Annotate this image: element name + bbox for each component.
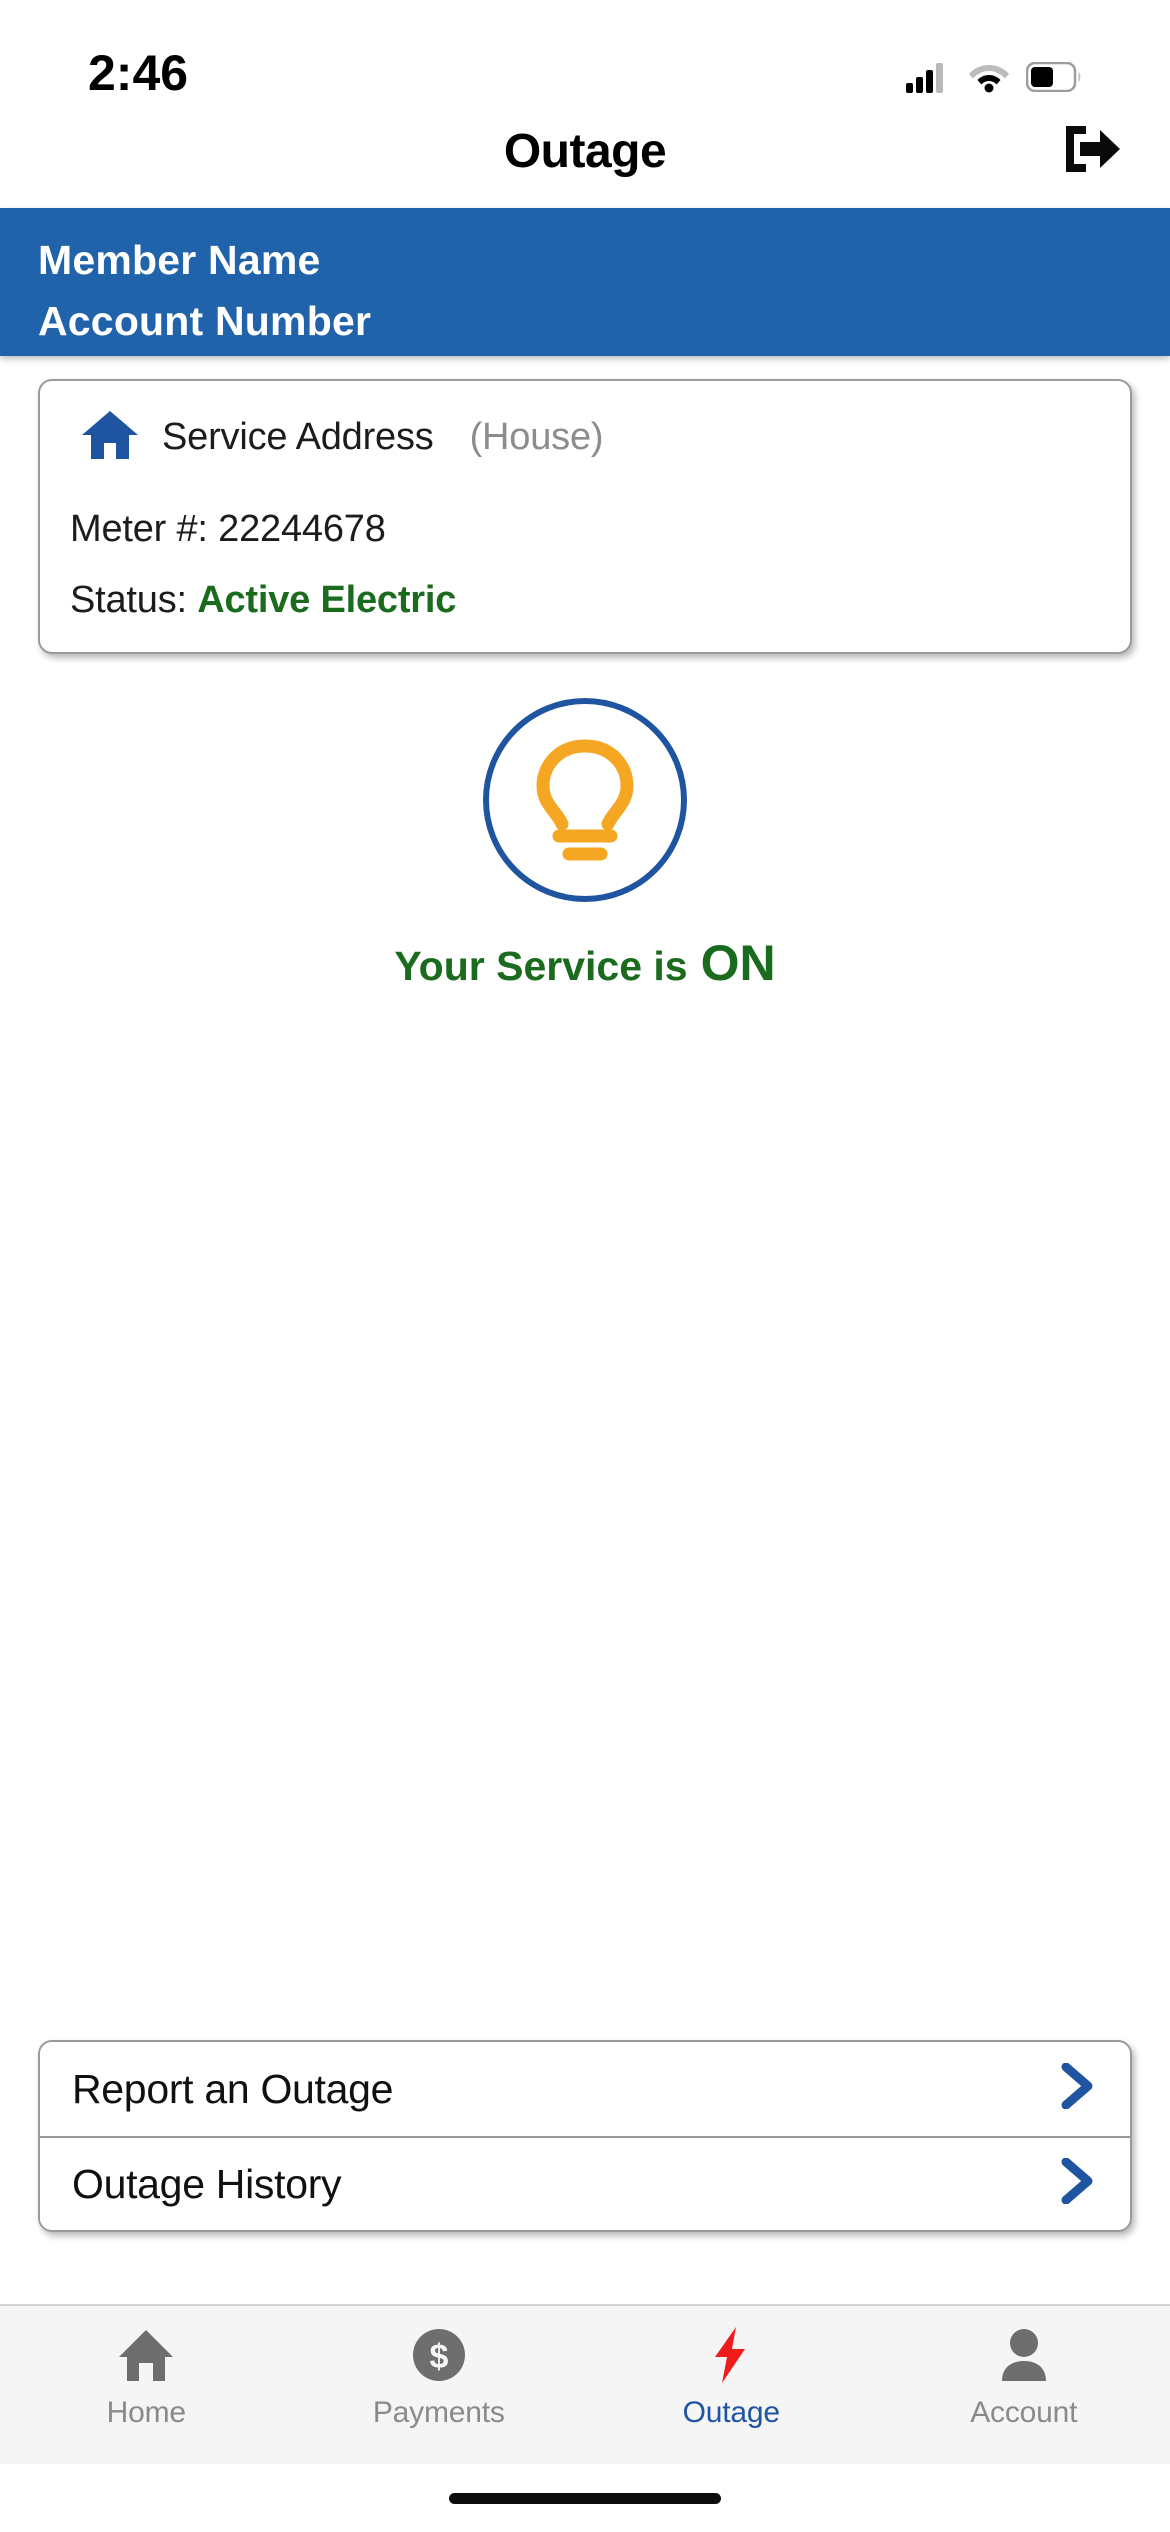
bottom-tab-bar: Home $ Payments Outage Account — [0, 2304, 1170, 2464]
service-address-type: (House) — [469, 416, 604, 458]
tab-payments-label: Payments — [372, 2396, 505, 2429]
outage-history-label: Outage History — [72, 2160, 342, 2207]
svg-text:$: $ — [429, 2338, 448, 2376]
tab-outage[interactable]: Outage — [585, 2326, 878, 2430]
home-icon — [80, 409, 140, 466]
tab-account[interactable]: Account — [878, 2326, 1170, 2430]
meter-label: Meter #: — [70, 508, 208, 550]
lightbulb-icon — [526, 734, 644, 867]
home-indicator-bar[interactable] — [449, 2492, 721, 2504]
account-number: Account Number — [38, 298, 372, 344]
report-outage-row[interactable]: Report an Outage — [40, 2042, 1130, 2136]
outage-history-row[interactable]: Outage History — [40, 2136, 1130, 2230]
tab-payments[interactable]: $ Payments — [293, 2326, 586, 2430]
wifi-icon — [968, 61, 1010, 98]
status-row: Status: Active Electric — [70, 579, 1100, 622]
status-bar-time: 2:46 — [88, 45, 189, 101]
service-status-prefix: Your Service is — [394, 943, 688, 989]
status-bar: 2:46 — [0, 0, 1170, 112]
status-label: Status: — [70, 579, 187, 621]
app-screen: 2:46 Outage Member Name Account Number S… — [0, 0, 1170, 2532]
cellular-signal-icon — [906, 61, 952, 98]
tab-home-label: Home — [106, 2396, 186, 2429]
logout-button[interactable] — [1054, 119, 1130, 183]
tab-home[interactable]: Home — [0, 2326, 293, 2430]
person-icon — [998, 2326, 1050, 2384]
status-badge: Active Electric — [197, 579, 457, 621]
service-address-label: Service Address — [162, 416, 434, 458]
meter-value: 22244678 — [218, 508, 386, 550]
chevron-right-icon — [1060, 2157, 1100, 2211]
tab-outage-label: Outage — [682, 2396, 780, 2429]
lightning-bolt-icon — [709, 2326, 753, 2384]
report-outage-label: Report an Outage — [72, 2065, 394, 2112]
navigation-bar: Outage — [0, 112, 1170, 190]
service-status-circle — [483, 698, 687, 902]
dollar-coin-icon: $ — [411, 2326, 467, 2384]
service-status-state: ON — [700, 935, 776, 991]
outage-actions-card: Report an Outage Outage History — [38, 2040, 1132, 2232]
home-icon — [117, 2326, 175, 2384]
member-name: Member Name — [38, 237, 321, 283]
service-status-text: Your Service is ON — [394, 934, 775, 992]
account-banner: Member Name Account Number — [0, 208, 1170, 356]
service-address-row: Service Address (House) — [70, 409, 1100, 466]
tab-account-label: Account — [970, 2396, 1078, 2429]
chevron-right-icon — [1060, 2062, 1100, 2116]
battery-icon — [1025, 61, 1082, 97]
logout-icon — [1060, 121, 1124, 182]
service-indicator: Your Service is ON — [0, 698, 1170, 992]
service-address-card: Service Address (House) Meter #: 2224467… — [38, 379, 1132, 654]
meter-row: Meter #: 22244678 — [70, 508, 1100, 551]
page-title: Outage — [503, 124, 667, 178]
home-indicator-area — [0, 2464, 1170, 2532]
status-bar-icons — [906, 61, 1082, 98]
